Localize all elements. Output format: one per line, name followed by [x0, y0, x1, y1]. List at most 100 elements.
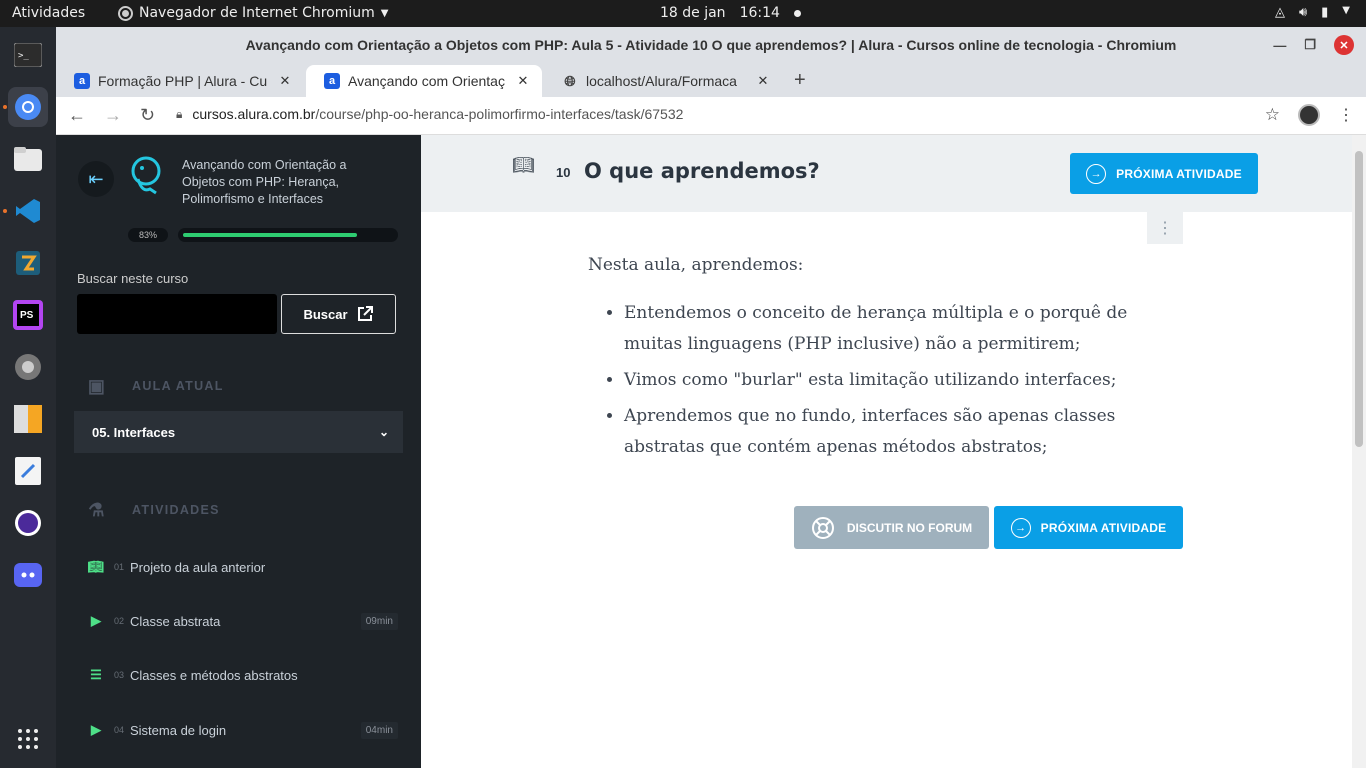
chromium-icon [118, 5, 133, 21]
discord-launcher[interactable] [8, 555, 48, 595]
tab-formacao-php[interactable]: a Formação PHP | Alura - Cu ✕ [56, 65, 304, 97]
tab-strip: a Formação PHP | Alura - Cu ✕ a Avançand… [56, 63, 1366, 97]
video-icon: ▶ [91, 722, 101, 737]
caret-down-icon: ▼ [380, 7, 389, 19]
moon-icon [15, 510, 41, 536]
phpstorm-icon: PS [13, 300, 43, 330]
vscode-icon [16, 199, 40, 223]
arrow-right-icon: → [1086, 163, 1107, 184]
more-options-icon[interactable]: ⋮ [1147, 212, 1183, 244]
files-launcher[interactable] [8, 139, 48, 179]
ftp-launcher[interactable] [8, 243, 48, 283]
activity-name: Sistema de login [130, 722, 227, 738]
next-activity-button-bottom[interactable]: → PRÓXIMA ATIVIDADE [994, 506, 1183, 549]
svg-text:>_: >_ [18, 51, 29, 61]
notification-dot-icon [793, 9, 801, 17]
page-title: O que aprendemos? [584, 159, 820, 183]
arrow-right-icon: → [1010, 517, 1031, 538]
activity-name: Classe abstrata [130, 613, 221, 629]
grid-icon [18, 729, 38, 749]
chromium-icon [15, 94, 41, 120]
activity-number: 04 [114, 725, 125, 735]
clock[interactable]: 18 de jan 16:14 [660, 5, 801, 21]
activity-number: 02 [114, 616, 125, 626]
tab-avancando-php[interactable]: a Avançando com Orientaç ✕ [306, 65, 542, 97]
flask-icon: ⚗ [88, 499, 106, 520]
settings-launcher[interactable] [8, 347, 48, 387]
bookmark-star-icon[interactable]: ☆ [1265, 105, 1280, 125]
calculator-launcher[interactable] [8, 399, 48, 439]
alura-icon: a [74, 73, 90, 89]
url-path: /course/php-oo-heranca-polimorfirmo-inte… [315, 106, 684, 122]
lesson-select[interactable]: 05. Interfaces ⌄ [74, 411, 403, 453]
book-icon: 📖︎ [512, 155, 535, 175]
menu-kebab-icon[interactable]: ⋮ [1338, 105, 1354, 125]
screenshot-launcher[interactable] [8, 503, 48, 543]
text-editor-launcher[interactable] [8, 451, 48, 491]
gear-icon [15, 354, 41, 380]
browser-window: Avançando com Orientação a Objetos com P… [56, 27, 1366, 768]
current-lesson-heading: ▣ AULA ATUAL [86, 376, 224, 396]
activity-duration: 09min [360, 612, 398, 630]
phpstorm-launcher[interactable]: PS [8, 295, 48, 335]
activity-item[interactable]: ▶ 02 Classe abstrata 09min [88, 610, 398, 632]
activities-heading: ⚗ ATIVIDADES [86, 500, 220, 520]
activity-item[interactable]: ☰ 03 Classes e métodos abstratos [88, 664, 398, 686]
dock: >_ PS [0, 27, 56, 768]
filezilla-icon [16, 251, 40, 275]
activity-number: 03 [114, 670, 125, 680]
close-tab-icon[interactable]: ✕ [754, 73, 772, 89]
system-tray[interactable]: ◬ 🔊︎ ▮ ▼ [1275, 5, 1350, 20]
collapse-arrow-icon: ⇤ [88, 168, 104, 189]
activity-name: Projeto da aula anterior [130, 559, 266, 575]
reload-icon[interactable]: ↻ [140, 105, 155, 126]
window-titlebar: Avançando com Orientação a Objetos com P… [56, 27, 1366, 63]
vscode-launcher[interactable] [8, 191, 48, 231]
minimize-icon[interactable]: — [1273, 38, 1286, 53]
tab-label: Formação PHP | Alura - Cu [98, 73, 268, 89]
php-elephant-logo [131, 156, 161, 195]
profile-avatar[interactable] [1298, 104, 1320, 126]
tab-label: localhost/Alura/Formaca [586, 73, 737, 89]
scrollbar-thumb[interactable] [1355, 151, 1363, 447]
url-host: cursos.alura.com.br [192, 106, 316, 122]
folder-icon [14, 147, 42, 171]
battery-icon: ▮ [1321, 5, 1329, 20]
chromium-launcher[interactable] [8, 87, 48, 127]
activity-item[interactable]: ▶ 04 Sistema de login 04min [88, 719, 398, 741]
search-label: Buscar neste curso [77, 271, 189, 286]
globe-icon: 🌐︎ [564, 72, 576, 89]
system-top-bar: Atividades Navegador de Internet Chromiu… [0, 0, 1366, 27]
summary-list: Entendemos o conceito de herança múltipl… [588, 298, 1148, 463]
terminal-launcher[interactable]: >_ [8, 35, 48, 75]
show-apps-button[interactable] [8, 719, 48, 759]
lesson-select-value: 05. Interfaces [92, 424, 176, 440]
address-bar: ← → ↻ 🔒︎ cursos.alura.com.br/course/php-… [56, 97, 1366, 135]
url-field[interactable]: 🔒︎ cursos.alura.com.br/course/php-oo-her… [176, 106, 683, 122]
forward-icon[interactable]: → [104, 105, 122, 126]
close-icon[interactable]: ✕ [1334, 35, 1354, 55]
back-icon[interactable]: ← [68, 105, 86, 126]
next-activity-button-top[interactable]: → PRÓXIMA ATIVIDADE [1070, 153, 1258, 194]
page-scrollbar[interactable] [1352, 135, 1366, 768]
lock-icon: 🔒︎ [176, 106, 183, 121]
new-tab-button[interactable]: + [794, 69, 806, 92]
close-tab-icon[interactable]: ✕ [276, 73, 294, 89]
back-to-course-button[interactable]: ⇤ [78, 161, 114, 197]
activity-item[interactable]: 📖︎ 01 Projeto da aula anterior [88, 556, 398, 578]
tab-localhost[interactable]: 🌐︎ localhost/Alura/Formaca ✕ [544, 65, 782, 97]
discuss-forum-button[interactable]: DISCUTIR NO FORUM [794, 506, 989, 549]
maximize-icon[interactable]: ❐ [1304, 37, 1316, 53]
list-item: Entendemos o conceito de herança múltipl… [624, 298, 1148, 360]
activity-text: Nesta aula, aprendemos: Entendemos o con… [588, 255, 1148, 468]
search-input[interactable] [77, 294, 277, 334]
app-menu[interactable]: Navegador de Internet Chromium ▼ [118, 5, 388, 21]
video-icon: ▶ [91, 613, 101, 628]
close-tab-icon[interactable]: ✕ [514, 73, 532, 89]
search-button[interactable]: Buscar [281, 294, 396, 334]
activities-button[interactable]: Atividades [12, 5, 85, 21]
app-menu-label: Navegador de Internet Chromium [139, 5, 375, 21]
clock-time: 16:14 [739, 5, 780, 21]
window-controls: — ❐ ✕ [1273, 35, 1354, 55]
calculator-icon [14, 405, 42, 433]
